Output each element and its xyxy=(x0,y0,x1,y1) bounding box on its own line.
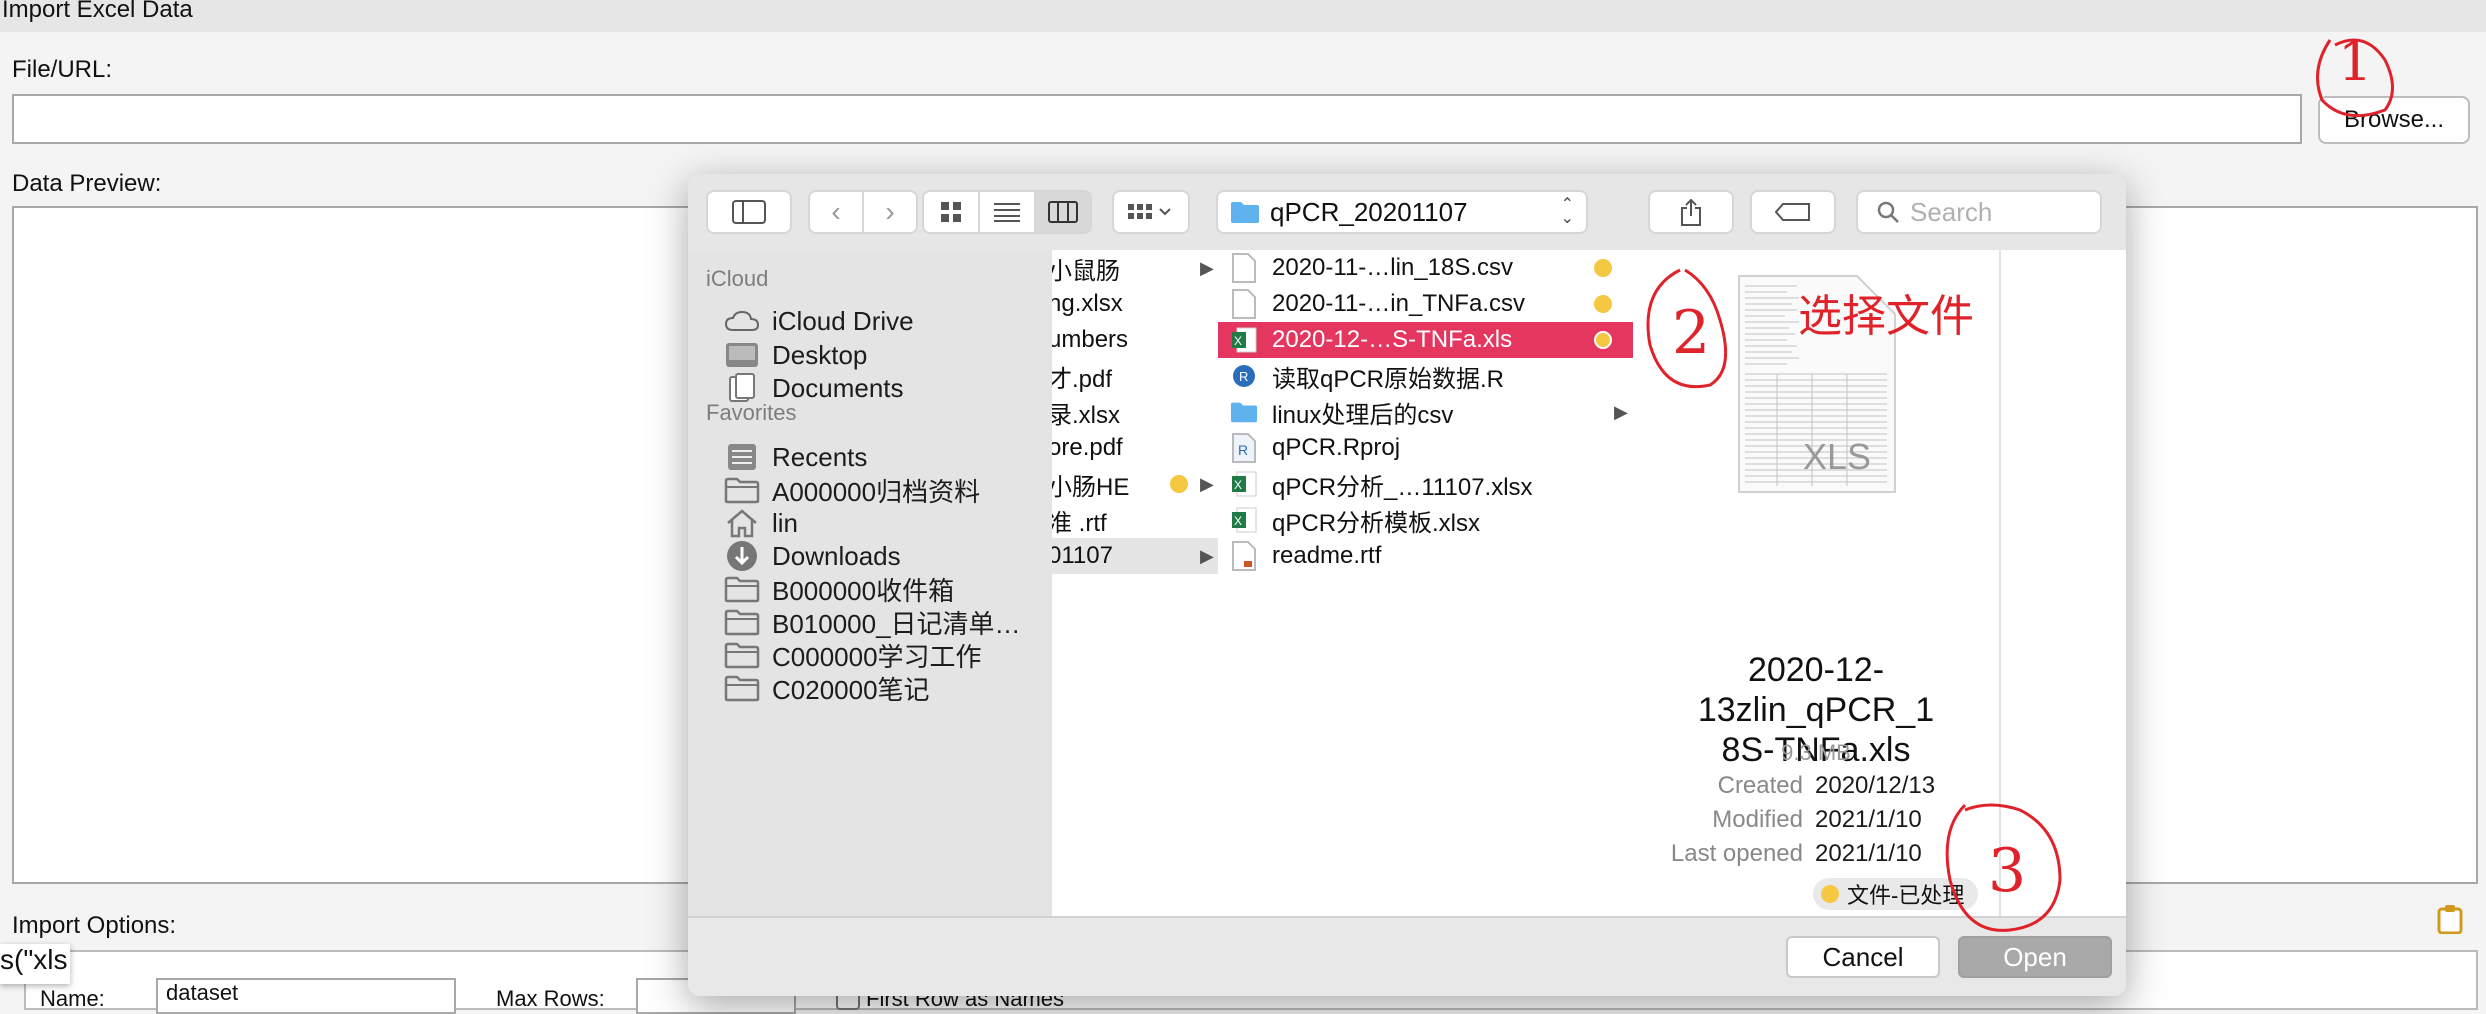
annotation-overlay xyxy=(1646,38,2394,932)
annotation-step3: 3 xyxy=(1988,836,2027,906)
annotation-step1: 1 xyxy=(2338,30,2373,93)
annotation-step2: 2 xyxy=(1672,298,1711,368)
annotation-choose-file: 选择文件 xyxy=(1798,292,1974,341)
